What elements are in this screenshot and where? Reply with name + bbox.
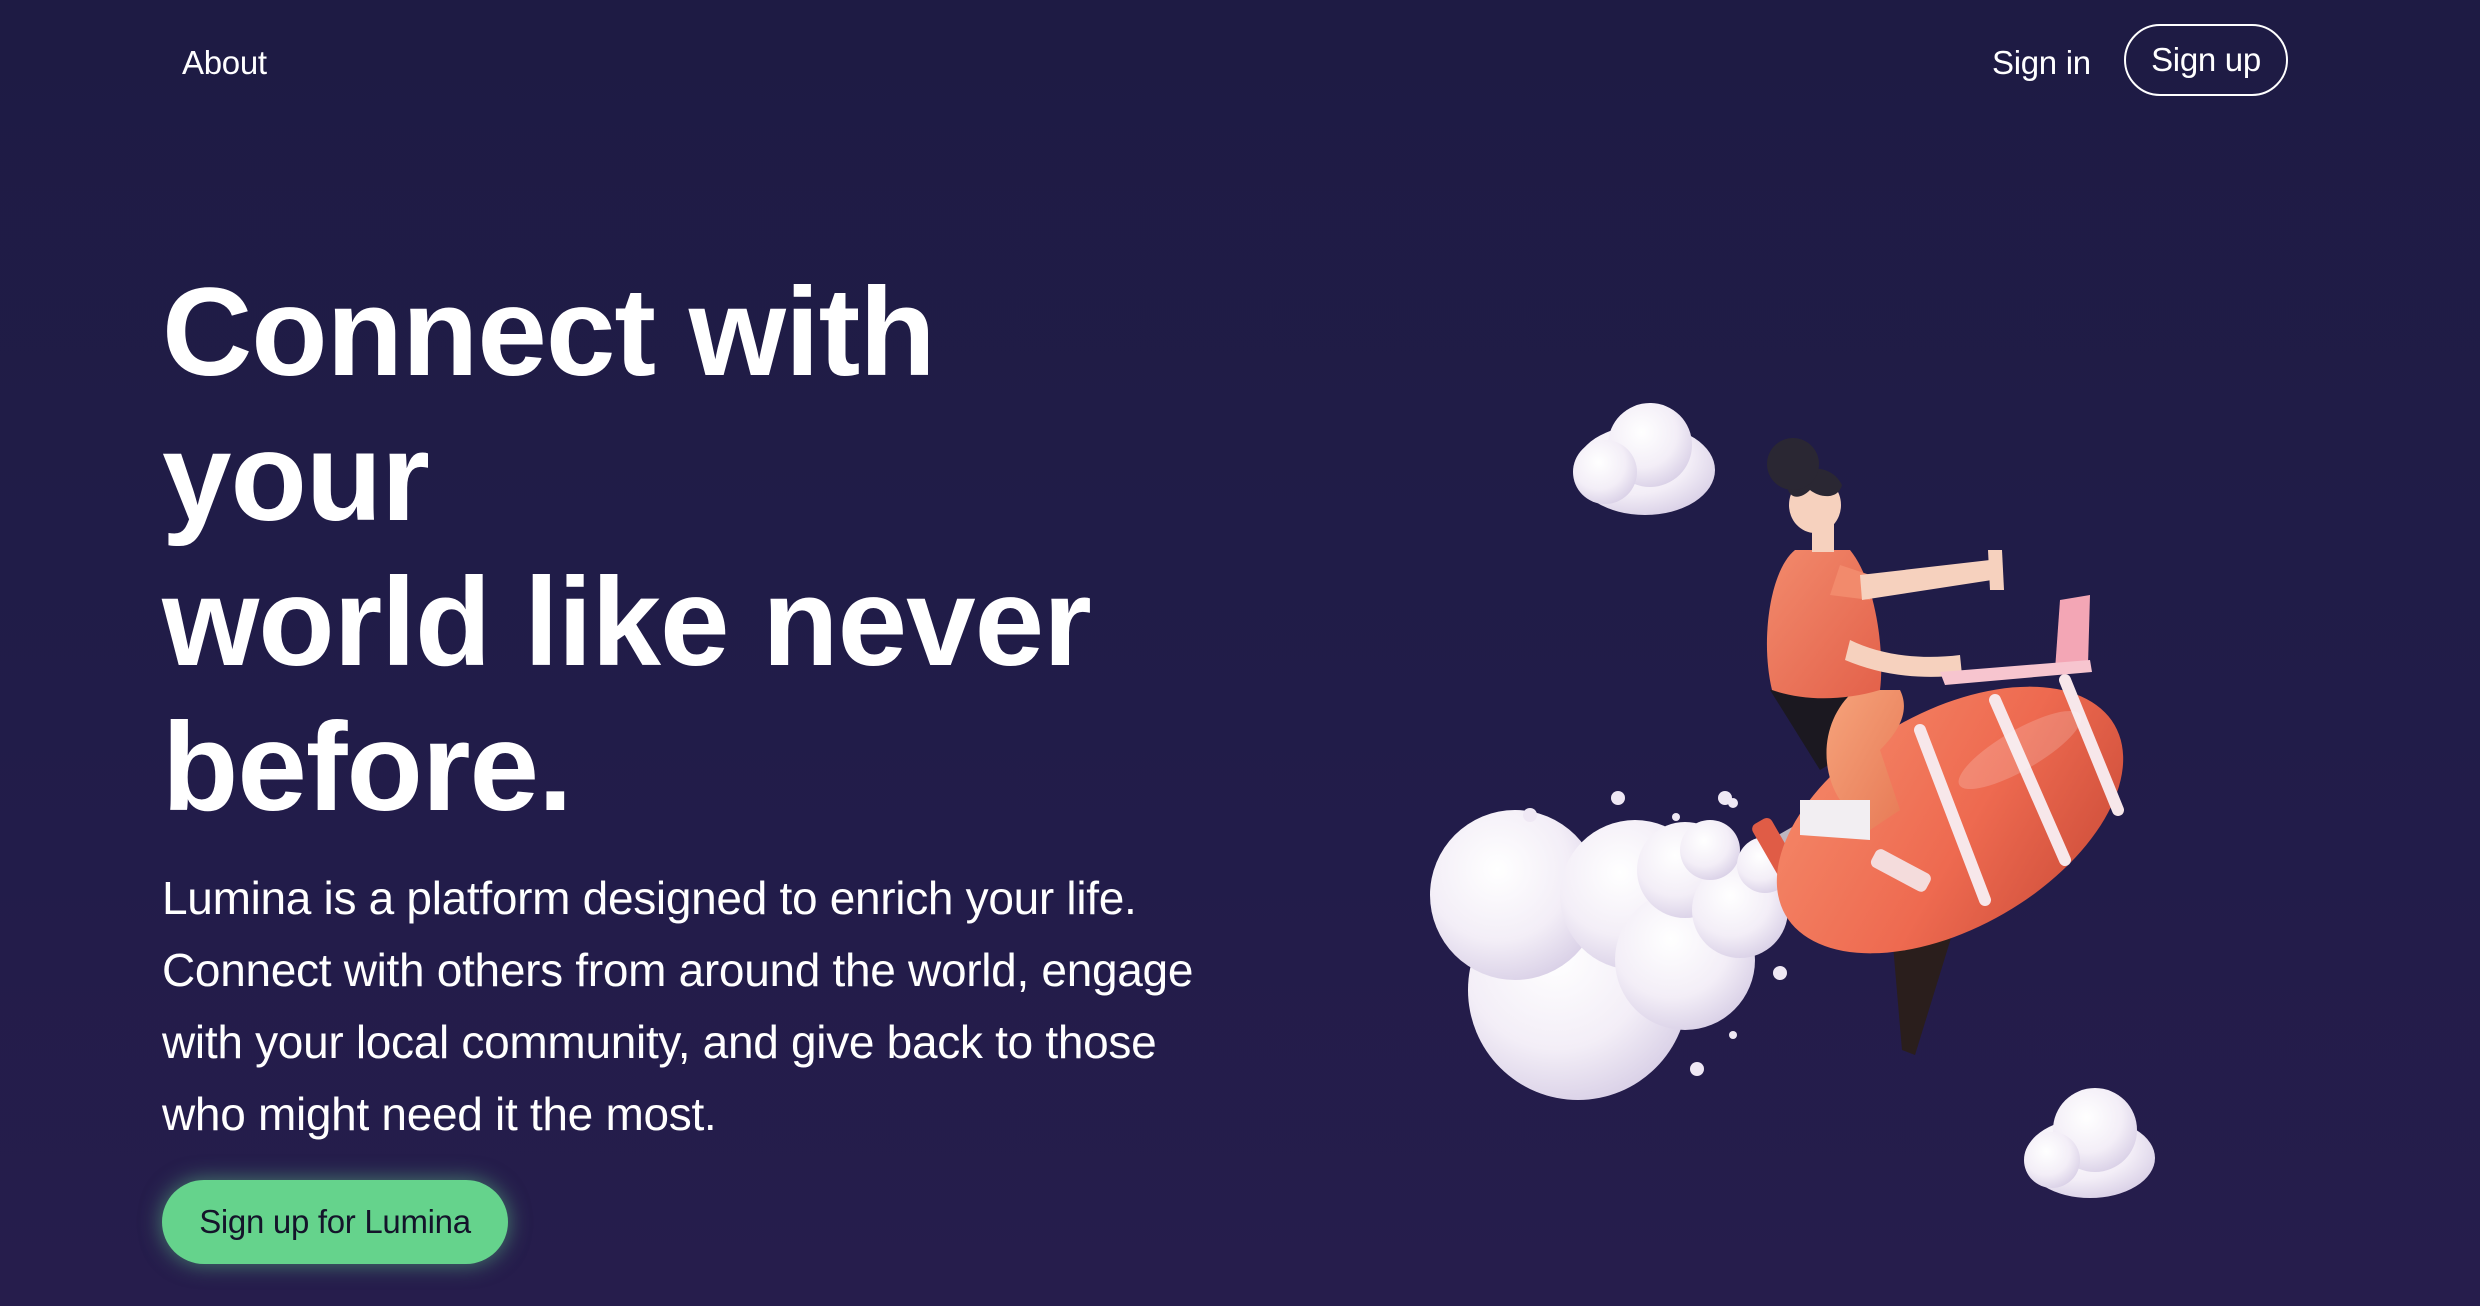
cloud-icon: [1573, 403, 1715, 515]
nav-sign-in-link[interactable]: Sign in: [1992, 40, 2091, 86]
hero-description: Lumina is a platform designed to enrich …: [162, 872, 1194, 1140]
nav-sign-up-button[interactable]: Sign up: [2124, 24, 2288, 96]
rocket-rider-illustration: [1430, 403, 2155, 1198]
hero-title-line: world like never: [162, 553, 1092, 692]
hero-title-line: Connect with: [162, 263, 936, 402]
cloud-icon: [2024, 1088, 2155, 1198]
laptop-icon: [1940, 595, 2092, 685]
sign-up-for-lumina-button[interactable]: Sign up for Lumina: [162, 1180, 508, 1264]
hero-title-line: before.: [162, 698, 573, 837]
hero-title-line: your: [162, 408, 430, 547]
hero-title: Connect with your world like never befor…: [162, 260, 1162, 840]
nav-about-link[interactable]: About: [182, 40, 267, 86]
cloud-icon: [1430, 810, 1793, 1100]
